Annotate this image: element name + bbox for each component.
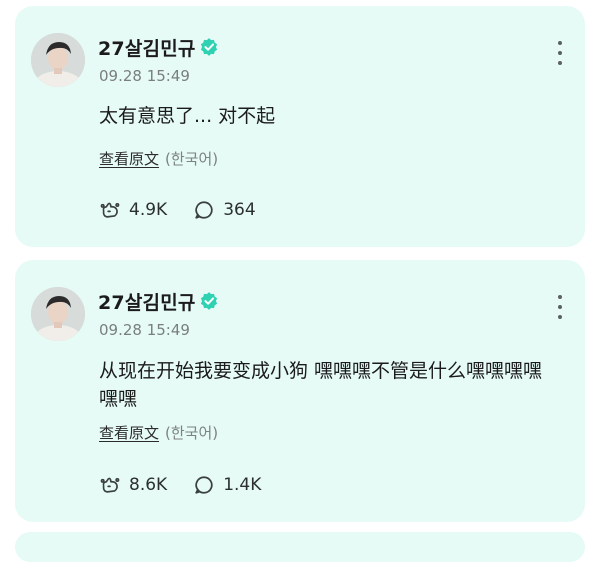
post-actions: 8.6K 1.4K [99, 474, 287, 496]
avatar[interactable] [31, 287, 85, 341]
paw-like-icon [100, 202, 120, 218]
like-button[interactable]: 4.9K [99, 199, 167, 221]
avatar-image [31, 287, 85, 341]
verified-badge-icon [200, 38, 217, 56]
author-row: 27살김민규 [98, 34, 218, 61]
view-original-link[interactable]: 查看原文 [99, 422, 159, 443]
original-language: (한국어) [165, 424, 219, 442]
like-button[interactable]: 8.6K [99, 474, 167, 496]
post-text: 从现在开始我要变成小狗 嘿嘿嘿不管是什么嘿嘿嘿嘿嘿嘿 [99, 360, 543, 410]
speech-bubble-icon [195, 201, 213, 219]
author-row: 27살김민규 [98, 288, 218, 315]
post-text: 太有意思了... 对不起 [99, 105, 276, 127]
translation-row: 查看原文 (한국어) [99, 422, 218, 443]
translation-row: 查看原文 (한국어) [99, 148, 218, 169]
comment-count: 364 [223, 200, 256, 220]
like-count: 4.9K [129, 200, 168, 220]
paw-like-icon [100, 477, 120, 493]
comment-button[interactable]: 364 [193, 199, 256, 221]
comment-button[interactable]: 1.4K [193, 474, 261, 496]
comment-count: 1.4K [223, 475, 262, 495]
speech-bubble-icon [195, 476, 213, 494]
avatar-image [31, 33, 85, 87]
post-actions: 4.9K 364 [99, 199, 282, 221]
username[interactable]: 27살김민규 [98, 34, 196, 61]
username[interactable]: 27살김민규 [98, 288, 196, 315]
post-card[interactable]: 27살김민규 09.28 15:49 从现在开始我要变成小狗 嘿嘿嘿不管是什么嘿… [15, 260, 585, 522]
view-original-link[interactable]: 查看原文 [99, 148, 159, 169]
post-card[interactable]: 27살김민규 09.28 15:49 太有意思了... 对不起 查看原文 (한국… [15, 6, 585, 247]
avatar[interactable] [31, 33, 85, 87]
more-vertical-icon[interactable] [557, 295, 563, 319]
more-vertical-icon[interactable] [557, 41, 563, 65]
post-timestamp: 09.28 15:49 [99, 67, 190, 85]
post-timestamp: 09.28 15:49 [99, 321, 190, 339]
verified-badge-icon [200, 292, 217, 310]
original-language: (한국어) [165, 150, 219, 168]
like-count: 8.6K [129, 475, 168, 495]
